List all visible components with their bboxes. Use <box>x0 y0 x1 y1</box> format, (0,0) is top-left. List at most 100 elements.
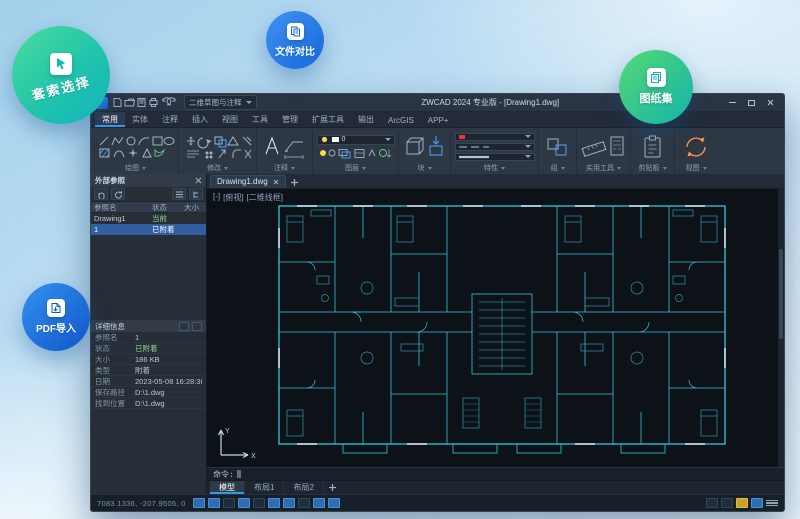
isolate-objects-icon[interactable] <box>736 498 748 508</box>
layer-tools[interactable]: 0 <box>316 130 395 163</box>
clipboard-tools[interactable] <box>634 130 671 163</box>
list-view-button[interactable] <box>172 188 186 200</box>
xref-palette: 外部参照 参照名 状态 大小 Drawing1 当前 1 已附着 详细信息 参照… <box>91 174 207 494</box>
tree-view-button[interactable] <box>189 188 203 200</box>
model-space-canvas[interactable]: [-] [俯视] [二维线框] X Y <box>207 189 784 467</box>
tab-solid[interactable]: 实体 <box>125 112 155 127</box>
properties-tools[interactable] <box>454 130 535 163</box>
grid-toggle[interactable] <box>207 498 220 508</box>
clipboard-tools-icons <box>644 135 660 157</box>
block-tools[interactable] <box>402 130 447 163</box>
chevron-down-icon <box>245 101 252 104</box>
clean-screen-icon[interactable] <box>751 498 763 508</box>
group-label-view[interactable]: 视图 <box>678 163 714 174</box>
modify-tools-icons <box>186 135 251 158</box>
tab-annotate[interactable]: 注释 <box>155 112 185 127</box>
minimize-button[interactable] <box>724 96 741 109</box>
menu-icon[interactable] <box>766 498 778 508</box>
command-line[interactable]: 命令: <box>207 467 784 480</box>
details-preview-button[interactable] <box>192 321 202 331</box>
detail-value: 附着 <box>135 365 150 375</box>
ribbon-group-group: 组 <box>539 129 577 174</box>
palette-close-icon[interactable] <box>195 177 202 184</box>
tab-arcgis[interactable]: ArcGIS <box>381 114 421 127</box>
annotation-scale-icon[interactable] <box>706 498 718 508</box>
badge-file-compare[interactable]: 文件对比 <box>266 11 324 69</box>
xref-status: 已附着 <box>152 225 175 234</box>
group-label-utilities[interactable]: 实用工具 <box>580 163 627 174</box>
group-label-draw[interactable]: 绘图 <box>96 163 175 174</box>
canvas-scrollbar[interactable] <box>778 189 784 467</box>
workspace-switch-icon[interactable] <box>721 498 733 508</box>
tab-insert[interactable]: 插入 <box>185 112 215 127</box>
xref-row-selected[interactable]: 1 已附着 <box>91 224 206 235</box>
document-tab[interactable]: Drawing1.dwg <box>210 175 286 188</box>
osnap-toggle[interactable] <box>267 498 280 508</box>
layout-tab-model[interactable]: 模型 <box>210 481 245 494</box>
layout-tab-layout1[interactable]: 布局1 <box>245 481 285 494</box>
refresh-button[interactable] <box>111 188 125 200</box>
otrack-toggle[interactable] <box>282 498 295 508</box>
snap-toggle[interactable] <box>192 498 205 508</box>
tab-express[interactable]: 扩展工具 <box>305 112 351 127</box>
detail-value: 已附着 <box>135 343 158 353</box>
color-dropdown[interactable] <box>454 132 535 141</box>
selection-cycling-toggle[interactable] <box>327 498 340 508</box>
zwcad-window: 二维草图与注释 ZWCAD 2024 专业版 - [Drawing1.dwg] … <box>90 93 785 512</box>
modify-tools[interactable] <box>182 130 253 163</box>
linetype-dropdown[interactable] <box>454 142 535 151</box>
polar-toggle[interactable] <box>237 498 250 508</box>
badge-lasso-select[interactable]: 套索选择 <box>12 26 110 124</box>
tab-close-icon[interactable] <box>273 179 279 185</box>
details-properties-button[interactable] <box>179 321 189 331</box>
viewport-menu-control[interactable]: [-] <box>213 192 220 203</box>
group-tools[interactable] <box>542 130 573 163</box>
badge-pdf-import[interactable]: PDF导入 <box>22 283 90 351</box>
detail-label: 保存路径 <box>95 387 125 397</box>
utility-tools[interactable] <box>580 130 627 163</box>
xref-list-empty-space <box>91 235 206 320</box>
document-tab-bar: Drawing1.dwg <box>207 174 784 189</box>
column-status[interactable]: 状态 <box>152 202 184 213</box>
lineweight-toggle[interactable] <box>297 498 310 508</box>
isometric-toggle[interactable] <box>252 498 265 508</box>
tab-output[interactable]: 输出 <box>351 112 381 127</box>
quick-access-toolbar[interactable] <box>113 97 179 108</box>
group-label-annotation[interactable]: 注释 <box>260 163 309 174</box>
plus-icon <box>328 484 336 491</box>
view-tools[interactable] <box>678 130 714 163</box>
new-tab-button[interactable] <box>288 176 301 188</box>
attach-dwg-button[interactable] <box>94 188 108 200</box>
group-label-group[interactable]: 组 <box>542 163 573 174</box>
column-size[interactable]: 大小 <box>184 202 206 213</box>
new-layout-button[interactable] <box>324 481 341 494</box>
annotation-tools[interactable] <box>260 130 309 163</box>
close-button[interactable] <box>762 96 779 109</box>
lineweight-dropdown[interactable] <box>454 152 535 161</box>
maximize-button[interactable] <box>743 96 760 109</box>
tab-tools[interactable]: 工具 <box>245 112 275 127</box>
group-label-block[interactable]: 块 <box>402 163 447 174</box>
column-name[interactable]: 参照名 <box>91 202 152 213</box>
workspace-dropdown[interactable]: 二维草图与注释 <box>184 95 257 110</box>
ribbon-group-draw: 绘图 <box>93 129 179 174</box>
group-label-modify[interactable]: 修改 <box>182 163 253 174</box>
tab-view[interactable]: 视图 <box>215 112 245 127</box>
badge-sheet-set[interactable]: 图纸集 <box>619 50 693 124</box>
group-label-clipboard[interactable]: 剪贴板 <box>634 163 671 174</box>
tab-manage[interactable]: 管理 <box>275 112 305 127</box>
draw-tools[interactable] <box>96 130 175 163</box>
ortho-toggle[interactable] <box>222 498 235 508</box>
utility-tools-icons <box>581 136 623 157</box>
viewport-view-control[interactable]: [俯视] <box>223 192 243 203</box>
layout-tab-layout2[interactable]: 布局2 <box>284 481 324 494</box>
scrollbar-thumb[interactable] <box>779 249 783 339</box>
group-label-layers[interactable]: 图层 <box>316 163 395 174</box>
dynamic-input-toggle[interactable] <box>312 498 325 508</box>
file-compare-icon <box>286 22 304 40</box>
tab-app-plus[interactable]: APP+ <box>421 114 456 127</box>
layer-dropdown[interactable]: 0 <box>316 134 395 145</box>
group-label-properties[interactable]: 特性 <box>454 163 535 174</box>
tab-home[interactable]: 常用 <box>95 112 125 127</box>
xref-row-drawing1[interactable]: Drawing1 当前 <box>91 213 206 224</box>
